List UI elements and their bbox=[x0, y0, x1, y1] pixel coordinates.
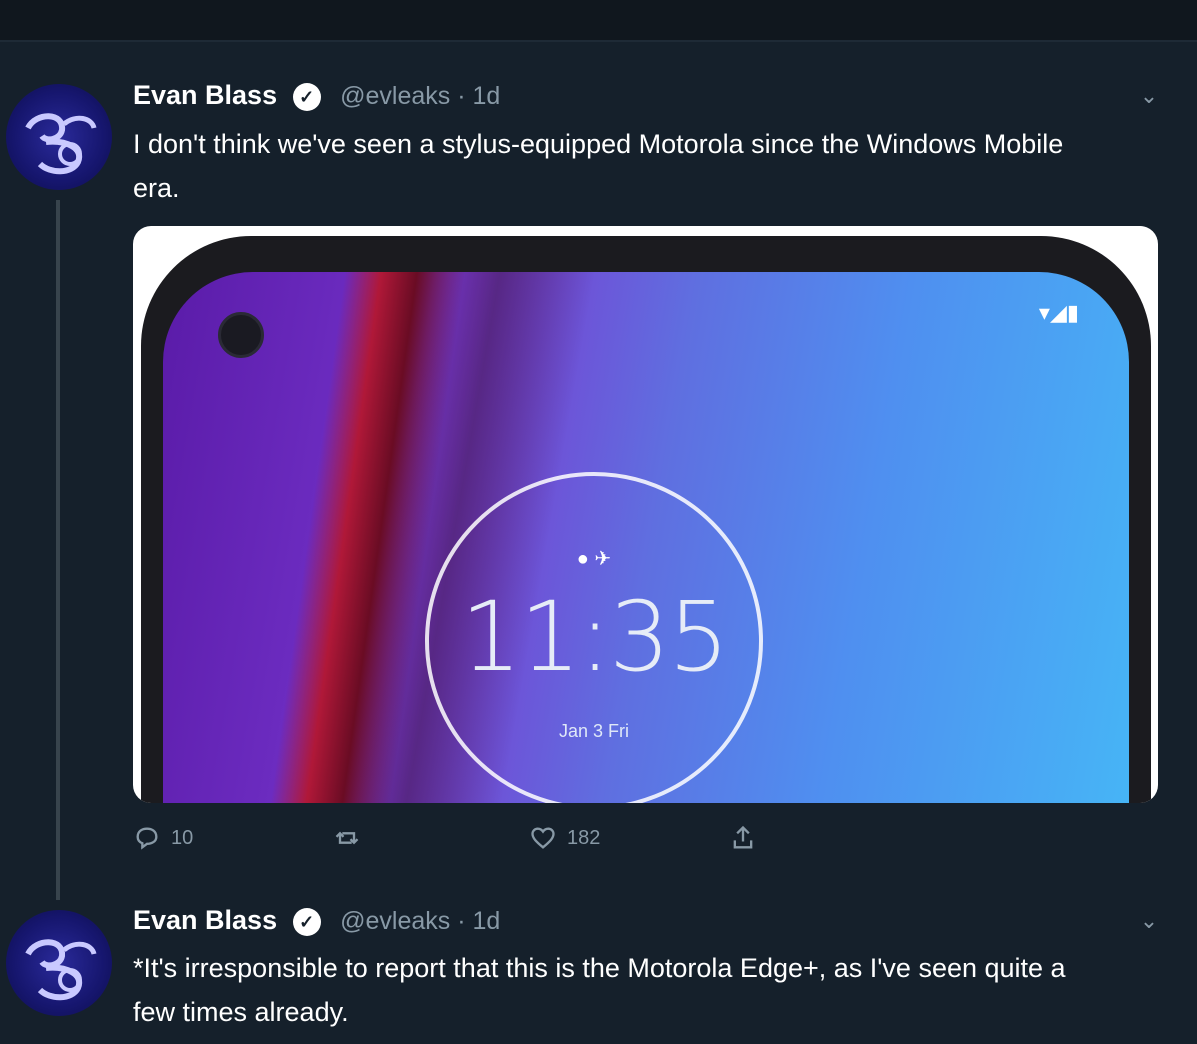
author-row: Evan Blass ✓ @evleaks · 1d bbox=[133, 905, 500, 936]
tweet-text: *It's irresponsible to report that this … bbox=[133, 953, 1066, 1027]
chevron-down-icon[interactable]: ⌄ bbox=[1135, 907, 1163, 935]
avatar-logo-icon bbox=[25, 939, 97, 1001]
author-name[interactable]: Evan Blass bbox=[133, 905, 277, 935]
avatar[interactable] bbox=[6, 910, 112, 1016]
handle-time[interactable]: @evleaks · 1d bbox=[340, 907, 500, 935]
tweet[interactable]: Evan Blass ✓ @evleaks · 1d ⌄ *It's irres… bbox=[0, 0, 1197, 1044]
verified-icon: ✓ bbox=[292, 907, 321, 936]
